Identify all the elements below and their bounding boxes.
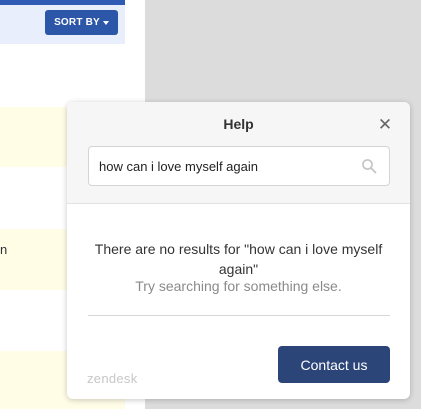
- zendesk-logo[interactable]: zendesk: [87, 371, 138, 386]
- search-input[interactable]: how can i love myself again: [88, 146, 390, 186]
- help-title: Help: [223, 116, 254, 132]
- sort-by-button[interactable]: SORT BY: [45, 10, 118, 35]
- contact-us-label: Contact us: [300, 356, 368, 373]
- no-results-message: There are no results for "how can i love…: [94, 241, 383, 277]
- row-text-fragment: n: [0, 242, 8, 257]
- divider: [88, 315, 390, 316]
- search-suggestion: Try searching for something else.: [135, 278, 342, 294]
- help-widget: Help ✕ how can i love myself again There…: [67, 102, 410, 399]
- contact-us-button[interactable]: Contact us: [278, 346, 390, 383]
- search-icon[interactable]: [361, 158, 377, 174]
- help-widget-header: Help ✕ how can i love myself again: [67, 102, 410, 204]
- sort-by-label: SORT BY: [54, 17, 100, 28]
- chevron-down-icon: [102, 20, 109, 25]
- search-input-value[interactable]: how can i love myself again: [99, 159, 258, 174]
- close-icon[interactable]: ✕: [376, 115, 394, 133]
